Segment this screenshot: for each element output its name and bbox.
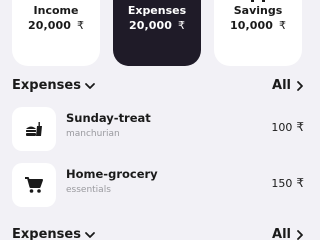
- section-title: Expenses: [12, 227, 81, 240]
- chevron-right-icon: [297, 80, 303, 91]
- savings-label: Savings: [233, 4, 283, 17]
- shopping-cart-icon: [25, 177, 43, 193]
- section-dropdown[interactable]: Expenses: [12, 78, 96, 93]
- item-amount: 150 ₹: [271, 176, 304, 190]
- item-subtitle: manchurian: [66, 129, 120, 139]
- item-currency: ₹: [296, 176, 304, 190]
- see-all-link[interactable]: All: [272, 78, 304, 93]
- item-icon-box: [12, 163, 56, 207]
- item-icon-box: [12, 107, 56, 151]
- expenses-card[interactable]: Expenses 20,000 ₹: [113, 0, 201, 66]
- savings-currency: ₹: [278, 19, 287, 32]
- list-item[interactable]: Home-grocery essentials 150 ₹: [12, 163, 308, 207]
- expenses-section-header: Expenses All: [12, 78, 304, 98]
- savings-amount-value: 10,000: [229, 19, 273, 32]
- chevron-down-icon: [85, 82, 95, 89]
- item-amount: 100 ₹: [271, 120, 304, 134]
- savings-card[interactable]: Savings 10,000 ₹: [214, 0, 302, 66]
- app-screen: Income 20,000 ₹ Expenses 20,000 ₹ Saving…: [0, 0, 320, 240]
- see-all-label: All: [272, 78, 291, 93]
- section-dropdown[interactable]: Expenses: [12, 227, 96, 240]
- summary-cards: Income 20,000 ₹ Expenses 20,000 ₹ Saving…: [0, 0, 320, 66]
- expenses-amount-value: 20,000: [128, 19, 172, 32]
- savings-icon: [251, 0, 265, 2]
- item-subtitle: essentials: [66, 185, 111, 195]
- see-all-link[interactable]: All: [272, 227, 304, 240]
- income-currency: ₹: [76, 19, 85, 32]
- fastfood-icon: [26, 122, 42, 136]
- see-all-label: All: [272, 227, 291, 240]
- expenses-section-header: Expenses All: [12, 227, 304, 240]
- income-amount: 20,000 ₹: [12, 19, 100, 32]
- item-amount-value: 150: [271, 177, 293, 190]
- chevron-right-icon: [297, 229, 303, 240]
- item-title: Home-grocery: [66, 167, 158, 181]
- chevron-down-icon: [85, 231, 95, 238]
- item-currency: ₹: [296, 120, 304, 134]
- income-card[interactable]: Income 20,000 ₹: [12, 0, 100, 66]
- list-item[interactable]: Sunday-treat manchurian 100 ₹: [12, 107, 308, 151]
- expenses-currency: ₹: [177, 19, 186, 32]
- expenses-label: Expenses: [127, 4, 187, 17]
- expenses-amount: 20,000 ₹: [113, 19, 201, 32]
- section-title: Expenses: [12, 78, 81, 93]
- savings-amount: 10,000 ₹: [214, 19, 302, 32]
- item-title: Sunday-treat: [66, 111, 151, 125]
- income-label: Income: [33, 4, 79, 17]
- income-amount-value: 20,000: [27, 19, 71, 32]
- item-amount-value: 100: [271, 121, 293, 134]
